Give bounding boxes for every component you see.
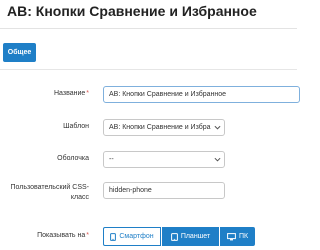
show-on-tablet-button[interactable]: Планшет bbox=[162, 227, 219, 246]
name-label: Название* bbox=[53, 90, 89, 97]
shell-label: Оболочка bbox=[57, 155, 89, 162]
chevron-down-icon bbox=[214, 157, 221, 162]
title-divider bbox=[0, 28, 297, 29]
css-class-input[interactable]: hidden-phone bbox=[103, 182, 225, 199]
template-label: Шаблон bbox=[63, 123, 89, 130]
desktop-icon bbox=[227, 232, 236, 240]
show-on-label: Показывать на* bbox=[37, 232, 89, 239]
page-title: AB: Кнопки Сравнение и Избранное bbox=[7, 3, 257, 19]
shell-select-value: -- bbox=[109, 156, 114, 163]
css-class-label-line2: класс bbox=[70, 194, 89, 201]
smartphone-icon bbox=[110, 232, 117, 241]
template-select[interactable]: AB: Кнопки Сравнение и Избра bbox=[103, 119, 225, 136]
show-on-smartphone-button[interactable]: Смартфон bbox=[103, 227, 161, 246]
tab-general[interactable]: Общее bbox=[3, 43, 36, 62]
css-class-label: Пользовательский CSS- класс bbox=[11, 183, 89, 203]
show-on-smartphone-label: Смартфон bbox=[119, 233, 154, 240]
template-select-value: AB: Кнопки Сравнение и Избра bbox=[109, 124, 211, 131]
show-on-tablet-label: Планшет bbox=[180, 233, 211, 240]
tablet-icon bbox=[170, 232, 178, 241]
show-on-desktop-label: ПК bbox=[238, 233, 249, 240]
css-class-label-line1: Пользовательский CSS- bbox=[10, 184, 89, 191]
shell-select[interactable]: -- bbox=[103, 151, 225, 168]
chevron-down-icon bbox=[214, 125, 221, 130]
tab-divider bbox=[0, 69, 297, 70]
show-on-desktop-button[interactable]: ПК bbox=[220, 227, 255, 246]
name-input[interactable]: AB: Кнопки Сравнение и Избранное bbox=[103, 86, 300, 103]
